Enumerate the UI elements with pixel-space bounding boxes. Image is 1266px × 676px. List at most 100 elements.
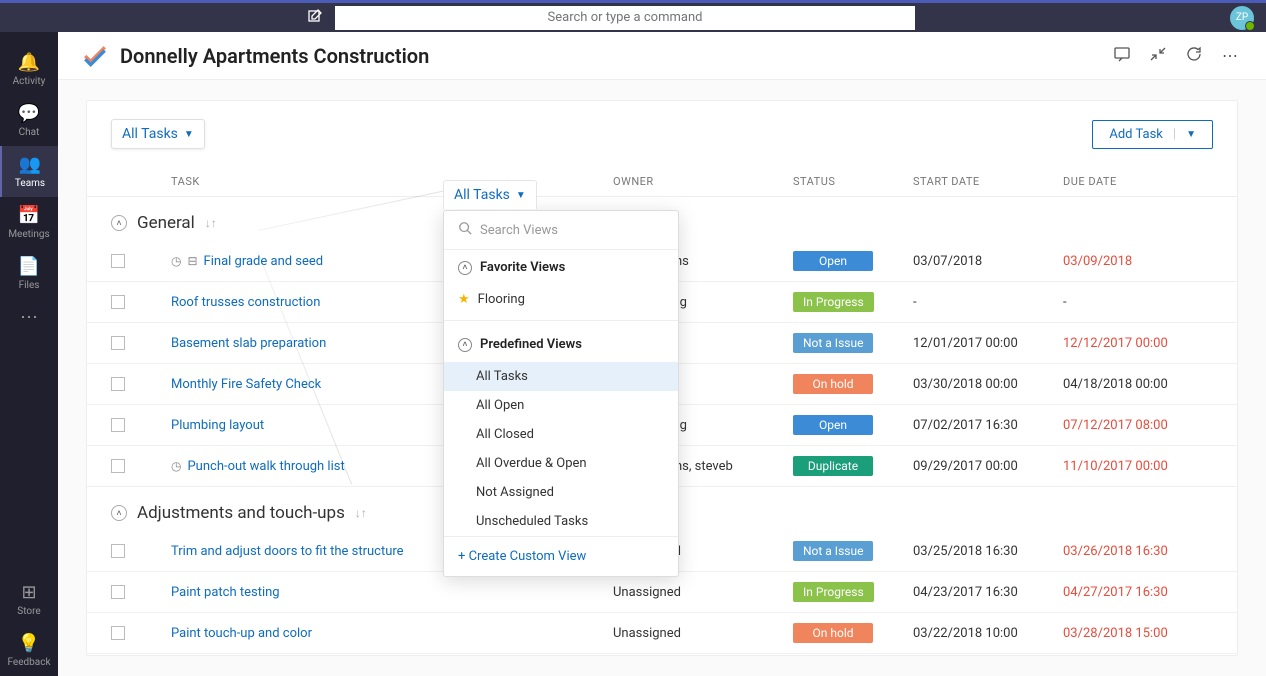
rail-more[interactable]: ⋯ xyxy=(0,299,58,336)
calendar-icon: 📅 xyxy=(18,205,40,226)
task-checkbox[interactable] xyxy=(111,544,125,558)
rail-meetings[interactable]: 📅 Meetings xyxy=(0,197,58,248)
status-badge[interactable]: In Progress xyxy=(793,292,874,312)
col-due[interactable]: DUE DATE xyxy=(1063,175,1213,188)
start-date: 12/01/2017 00:00 xyxy=(913,336,1063,351)
view-item[interactable]: Unscheduled Tasks xyxy=(444,507,678,536)
user-avatar[interactable]: ZP xyxy=(1230,6,1254,30)
view-selector-zoom-trigger[interactable]: All Tasks ▼ xyxy=(443,180,537,209)
task-checkbox[interactable] xyxy=(111,254,125,268)
compose-icon[interactable] xyxy=(307,8,323,28)
conversation-icon[interactable] xyxy=(1110,42,1134,70)
predefined-views-header[interactable]: ˄Predefined Views xyxy=(458,337,664,352)
collapse-icon[interactable] xyxy=(1146,42,1170,70)
rail-label: Chat xyxy=(19,127,40,138)
start-date: 03/30/2018 00:00 xyxy=(913,377,1063,392)
search-placeholder: Search Views xyxy=(480,223,558,238)
rail-store[interactable]: ⊞Store xyxy=(0,574,58,625)
caret-down-icon: ▼ xyxy=(184,129,194,140)
rail-teams[interactable]: 👥Teams xyxy=(0,146,58,197)
status-badge[interactable]: On hold xyxy=(793,623,873,643)
task-checkbox[interactable] xyxy=(111,418,125,432)
start-date: 07/02/2017 16:30 xyxy=(913,418,1063,433)
rail-feedback[interactable]: 💡 Feedback xyxy=(0,625,58,676)
bell-icon: 🔔 xyxy=(18,52,40,73)
task-row[interactable]: Paint touch-up and colorUnassignedOn hol… xyxy=(87,613,1237,654)
view-selector-button[interactable]: All Tasks ▼ xyxy=(111,119,205,149)
task-checkbox[interactable] xyxy=(111,585,125,599)
command-search-input[interactable] xyxy=(335,6,915,30)
rail-label: Files xyxy=(19,280,40,291)
due-date: 03/09/2018 xyxy=(1063,254,1213,269)
add-task-label: Add Task xyxy=(1109,127,1163,142)
start-date: 09/29/2017 00:00 xyxy=(913,459,1063,474)
collapse-icon[interactable]: ˄ xyxy=(111,215,127,231)
rail-chat[interactable]: 💬 Chat xyxy=(0,95,58,146)
due-date: 12/12/2017 00:00 xyxy=(1063,336,1213,351)
start-date: 03/25/2018 16:30 xyxy=(913,544,1063,559)
sort-icon[interactable]: ↓↑ xyxy=(355,506,367,520)
task-checkbox[interactable] xyxy=(111,626,125,640)
status-badge[interactable]: On hold xyxy=(793,374,873,394)
view-item[interactable]: All Open xyxy=(444,391,678,420)
sort-icon[interactable]: ↓↑ xyxy=(205,216,217,230)
favorite-views-header[interactable]: ˄Favorite Views xyxy=(458,260,664,275)
due-date: 04/27/2017 16:30 xyxy=(1063,585,1213,600)
rail-label: Activity xyxy=(13,76,46,87)
tab-header: Donnelly Apartments Construction ⋯ xyxy=(58,32,1266,80)
col-owner[interactable]: OWNER xyxy=(613,175,793,188)
files-icon: 📄 xyxy=(18,256,40,277)
task-checkbox[interactable] xyxy=(111,459,125,473)
col-start[interactable]: START DATE xyxy=(913,175,1063,188)
rail-label: Meetings xyxy=(8,229,49,240)
more-options-icon[interactable]: ⋯ xyxy=(1218,42,1242,69)
start-date: 04/23/2017 16:30 xyxy=(913,585,1063,600)
view-label: All Tasks xyxy=(122,126,178,142)
status-badge[interactable]: Not a Issue xyxy=(793,541,873,561)
task-owner: Unassigned xyxy=(613,585,793,600)
status-badge[interactable]: Duplicate xyxy=(793,456,873,476)
status-badge[interactable]: Open xyxy=(793,251,873,271)
column-headers: TASK OWNER STATUS START DATE DUE DATE xyxy=(87,167,1237,197)
status-badge[interactable]: In Progress xyxy=(793,582,874,602)
create-custom-view[interactable]: + Create Custom View xyxy=(444,536,678,576)
search-icon xyxy=(458,221,472,239)
collapse-icon: ˄ xyxy=(458,338,472,352)
bulb-icon: 💡 xyxy=(18,633,40,654)
view-item[interactable]: All Tasks xyxy=(444,362,678,391)
refresh-icon[interactable] xyxy=(1182,42,1206,70)
start-date: 03/07/2018 xyxy=(913,254,1063,269)
status-badge[interactable]: Open xyxy=(793,415,873,435)
app-rail: 🔔Activity 💬Chat 👥Teams 📅Meetings 📄Files … xyxy=(0,32,58,676)
view-item[interactable]: Not Assigned xyxy=(444,478,678,507)
view-item[interactable]: All Overdue & Open xyxy=(444,449,678,478)
rail-activity[interactable]: 🔔 Activity xyxy=(0,44,58,95)
task-title[interactable]: Paint touch-up and color xyxy=(151,626,613,641)
teams-topbar: ZP xyxy=(0,0,1266,32)
rail-label: Feedback xyxy=(7,657,50,668)
start-date: - xyxy=(913,295,1063,310)
clock-icon: ◷ xyxy=(171,254,181,268)
rail-files[interactable]: 📄 Files xyxy=(0,248,58,299)
status-badge[interactable]: Not a Issue xyxy=(793,333,873,353)
view-item-favorite[interactable]: ★Flooring xyxy=(444,285,678,314)
add-task-button[interactable]: Add Task | ▼ xyxy=(1092,120,1213,149)
task-title[interactable]: Paint patch testing xyxy=(151,585,613,600)
task-checkbox[interactable] xyxy=(111,377,125,391)
caret-down-icon[interactable]: ▼ xyxy=(1186,129,1196,140)
more-icon: ⋯ xyxy=(20,307,38,328)
view-label: All Tasks xyxy=(454,187,510,203)
col-status[interactable]: STATUS xyxy=(793,175,913,188)
rail-label: Store xyxy=(17,606,40,617)
due-date: 04/18/2018 00:00 xyxy=(1063,377,1213,392)
popover-search[interactable]: Search Views xyxy=(444,211,678,250)
zoho-projects-logo-icon xyxy=(82,43,108,69)
chat-icon: 💬 xyxy=(18,103,40,124)
task-row[interactable]: Paint patch testingUnassignedIn Progress… xyxy=(87,572,1237,613)
collapse-icon[interactable]: ˄ xyxy=(111,505,127,521)
view-item[interactable]: All Closed xyxy=(444,420,678,449)
col-task[interactable]: TASK xyxy=(151,175,613,188)
task-checkbox[interactable] xyxy=(111,295,125,309)
task-checkbox[interactable] xyxy=(111,336,125,350)
due-date: 11/10/2017 00:00 xyxy=(1063,459,1213,474)
